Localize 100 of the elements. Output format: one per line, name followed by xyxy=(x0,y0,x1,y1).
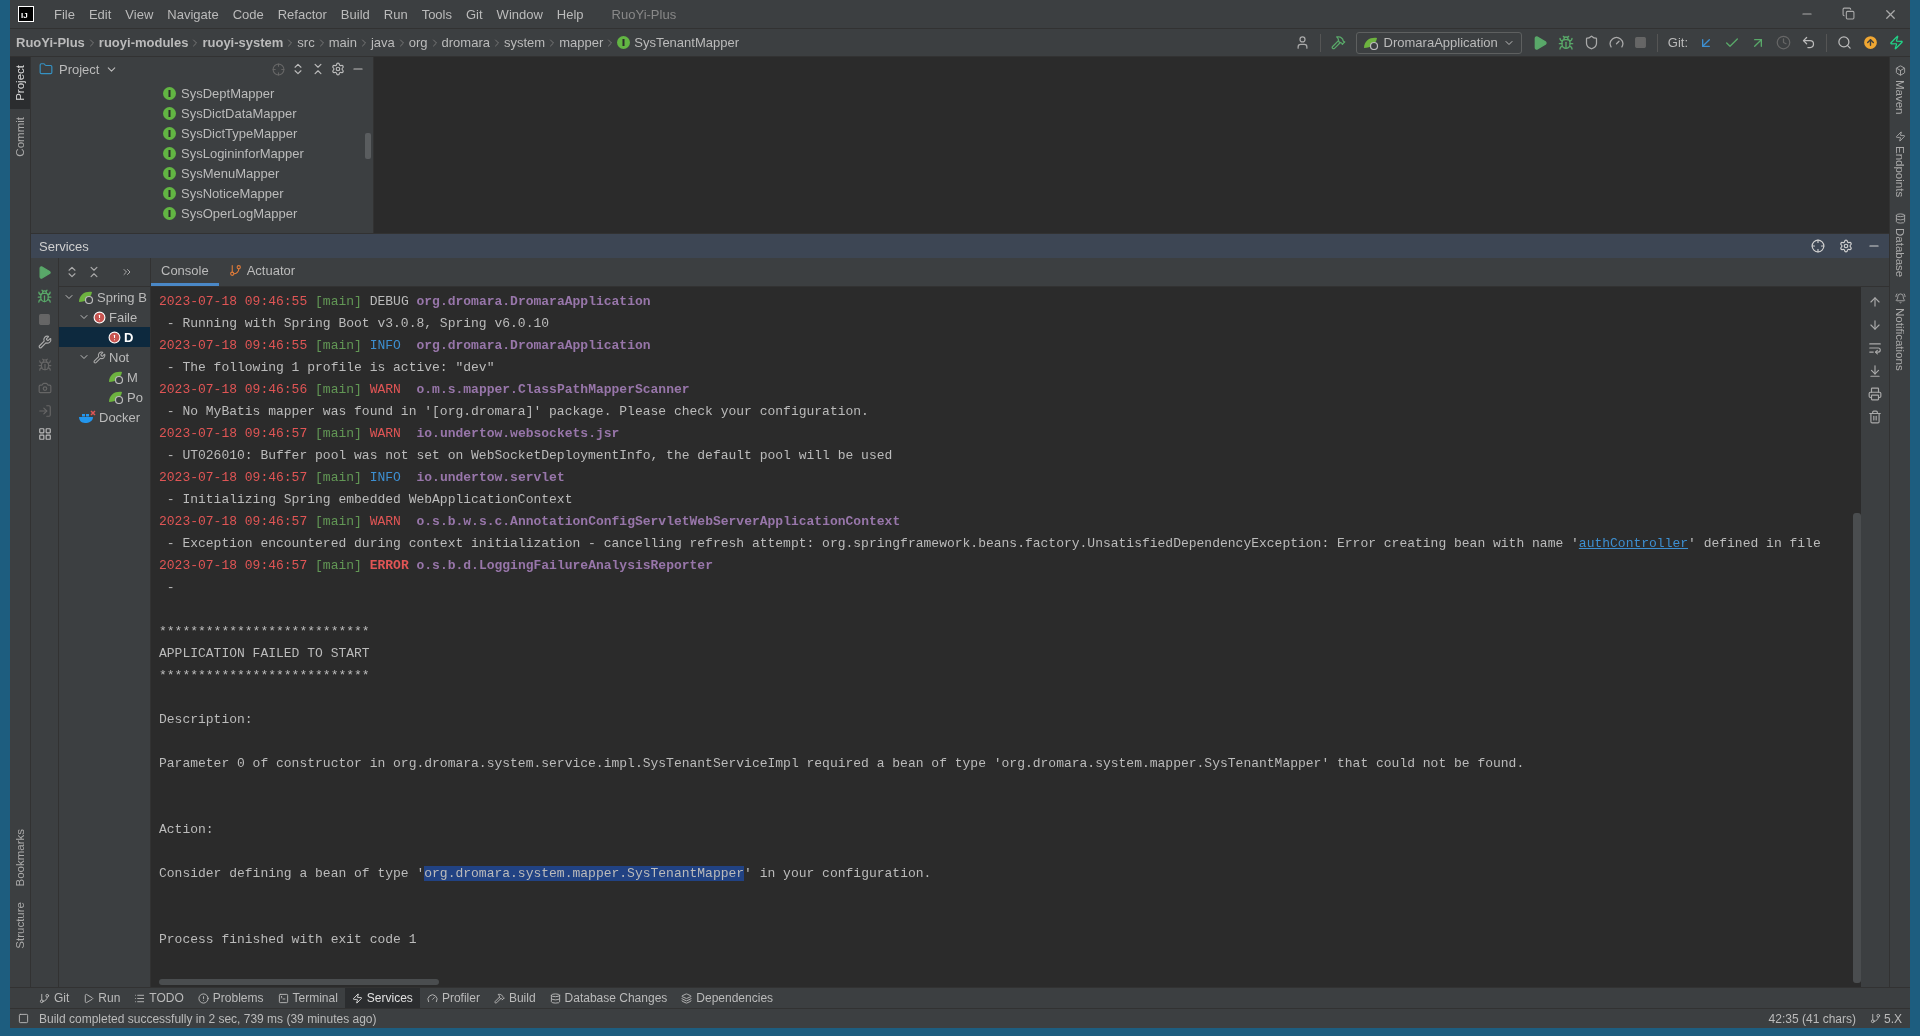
grid-icon[interactable] xyxy=(37,427,52,441)
project-file[interactable]: SysDictDataMapper xyxy=(163,103,373,123)
collapse-all-icon[interactable] xyxy=(87,265,101,279)
breadcrumb-item[interactable]: org xyxy=(408,35,428,50)
tree-item[interactable]: D xyxy=(59,327,150,347)
trash-icon[interactable] xyxy=(1868,410,1882,424)
tool-window-tab[interactable]: Terminal xyxy=(270,988,345,1008)
database-icon xyxy=(549,992,561,1004)
debug-icon[interactable] xyxy=(37,289,52,304)
leaf-icon xyxy=(78,290,94,304)
tree-item[interactable]: Po xyxy=(59,387,150,407)
project-file[interactable]: SysLogininforMapper xyxy=(163,143,373,163)
tool-window-button[interactable]: Maven xyxy=(1890,57,1910,123)
menu-item[interactable]: Build xyxy=(334,6,376,22)
scroll-to-end-icon[interactable] xyxy=(1868,364,1882,378)
menu-item[interactable]: Navigate xyxy=(161,6,225,22)
arrow-down-icon[interactable] xyxy=(1868,318,1882,332)
menu-item[interactable]: Tools xyxy=(415,6,458,22)
breadcrumb-item[interactable]: ruoyi-modules xyxy=(98,35,189,50)
tool-window-tab[interactable]: Database Changes xyxy=(542,988,675,1008)
tool-window-tab[interactable]: Problems xyxy=(190,988,271,1008)
tree-item[interactable]: Not xyxy=(59,347,150,367)
tool-window-button[interactable]: Bookmarks xyxy=(10,820,30,895)
user-icon[interactable] xyxy=(1294,35,1310,50)
breadcrumb-item[interactable]: system xyxy=(503,35,546,50)
profile-icon[interactable] xyxy=(1608,35,1624,50)
breadcrumb-item[interactable]: SysTenantMapper xyxy=(617,35,739,50)
plugin-icon[interactable] xyxy=(1889,35,1904,50)
menu-item[interactable]: Run xyxy=(377,6,414,22)
panel-title[interactable]: Project xyxy=(59,61,100,77)
tool-window-tab[interactable]: Dependencies xyxy=(674,988,781,1008)
menu-item[interactable]: Edit xyxy=(82,6,118,22)
wrench-icon xyxy=(93,350,106,364)
tool-window-button[interactable]: Structure xyxy=(10,894,30,957)
hammer-icon[interactable] xyxy=(1330,35,1346,50)
menu-item[interactable]: Refactor xyxy=(271,6,333,22)
tree-item[interactable]: Docker xyxy=(59,407,150,427)
scrollbar[interactable] xyxy=(1853,513,1861,983)
tool-window-tab[interactable]: Profiler xyxy=(419,988,487,1008)
collapse-all-icon[interactable] xyxy=(311,62,325,76)
breadcrumb-item[interactable]: mapper xyxy=(559,35,604,50)
project-file[interactable]: SysMenuMapper xyxy=(163,163,373,183)
tool-window-button[interactable]: Project xyxy=(10,57,30,109)
project-file[interactable]: SysDeptMapper xyxy=(163,83,373,103)
breadcrumb-item[interactable]: java xyxy=(370,35,395,50)
menu-item[interactable]: Help xyxy=(550,6,590,22)
git-branch[interactable]: 5.X xyxy=(1870,1011,1902,1026)
project-file[interactable]: SysDictTypeMapper xyxy=(163,123,373,143)
link[interactable]: authController xyxy=(1578,536,1689,551)
menu-item[interactable]: File xyxy=(48,6,81,22)
rollback-icon[interactable] xyxy=(1801,35,1816,50)
scrollbar[interactable] xyxy=(159,979,439,985)
log-line: 2023-07-18 09:46:56 [main] WARN o.m.s.mapper.ClassPathMapperScanner xyxy=(159,381,691,399)
breadcrumb-item[interactable]: dromara xyxy=(441,35,490,50)
breadcrumb-item[interactable]: src xyxy=(297,35,315,50)
breadcrumb-item[interactable]: RuoYi-Plus xyxy=(16,35,85,50)
layout-icon[interactable] xyxy=(18,1013,29,1024)
settings-icon[interactable] xyxy=(1839,239,1853,253)
wrench-icon[interactable] xyxy=(37,335,52,349)
breadcrumb-item[interactable]: ruoyi-system xyxy=(202,35,284,50)
menu-item[interactable]: Code xyxy=(226,6,270,22)
tool-window-tab[interactable]: TODO xyxy=(127,988,191,1008)
tool-window-button[interactable]: Commit xyxy=(10,108,30,165)
project-file[interactable]: SysOperLogMapper xyxy=(163,203,373,223)
database-icon xyxy=(1894,212,1906,224)
project-file[interactable]: SysNoticeMapper xyxy=(163,183,373,203)
wrap-icon[interactable] xyxy=(1868,341,1882,355)
run-icon[interactable] xyxy=(37,265,52,280)
menu-item[interactable]: Git xyxy=(460,6,489,22)
search-icon[interactable] xyxy=(1837,35,1852,50)
tree-item[interactable]: Faile xyxy=(59,307,150,327)
tree-item[interactable]: Spring B xyxy=(59,287,150,307)
more-icon[interactable] xyxy=(121,266,133,278)
tool-window-button[interactable]: Endpoints xyxy=(1890,122,1910,205)
app-logo: IJ xyxy=(18,6,34,22)
tool-window-tab[interactable]: Run xyxy=(76,988,128,1008)
menu-item[interactable]: View xyxy=(119,6,160,22)
arrow-up-icon[interactable] xyxy=(1868,295,1882,309)
tool-window-button[interactable]: Notifications xyxy=(1890,284,1910,379)
run-configuration-select[interactable]: DromaraApplication xyxy=(1355,31,1522,54)
interface-icon xyxy=(163,206,176,220)
tool-window-tab[interactable]: Build xyxy=(486,988,543,1008)
upgrade-icon[interactable] xyxy=(1862,34,1879,51)
actuator-icon xyxy=(228,264,242,277)
tool-window-button[interactable]: Database xyxy=(1890,204,1910,285)
print-icon[interactable] xyxy=(1868,387,1882,401)
coverage-icon[interactable] xyxy=(1583,35,1599,50)
tool-window-tab[interactable]: Git xyxy=(32,988,77,1008)
menu-item[interactable]: Window xyxy=(490,6,549,22)
breadcrumb-item[interactable]: main xyxy=(328,35,357,50)
tree-item[interactable]: M xyxy=(59,367,150,387)
restore-icon[interactable] xyxy=(1842,6,1855,20)
debug-icon[interactable] xyxy=(1557,34,1574,51)
terminal-icon xyxy=(277,992,289,1004)
caret-position[interactable]: 42:35 (41 chars) xyxy=(1768,1011,1856,1026)
log-line: 2023-07-18 09:46:55 [main] INFO org.dromara.DromaraApplication xyxy=(159,337,652,355)
tool-window-tab[interactable]: Services xyxy=(344,988,420,1008)
scrollbar[interactable] xyxy=(365,133,371,159)
settings-icon[interactable] xyxy=(331,62,345,76)
tab[interactable]: Actuator xyxy=(218,258,306,286)
